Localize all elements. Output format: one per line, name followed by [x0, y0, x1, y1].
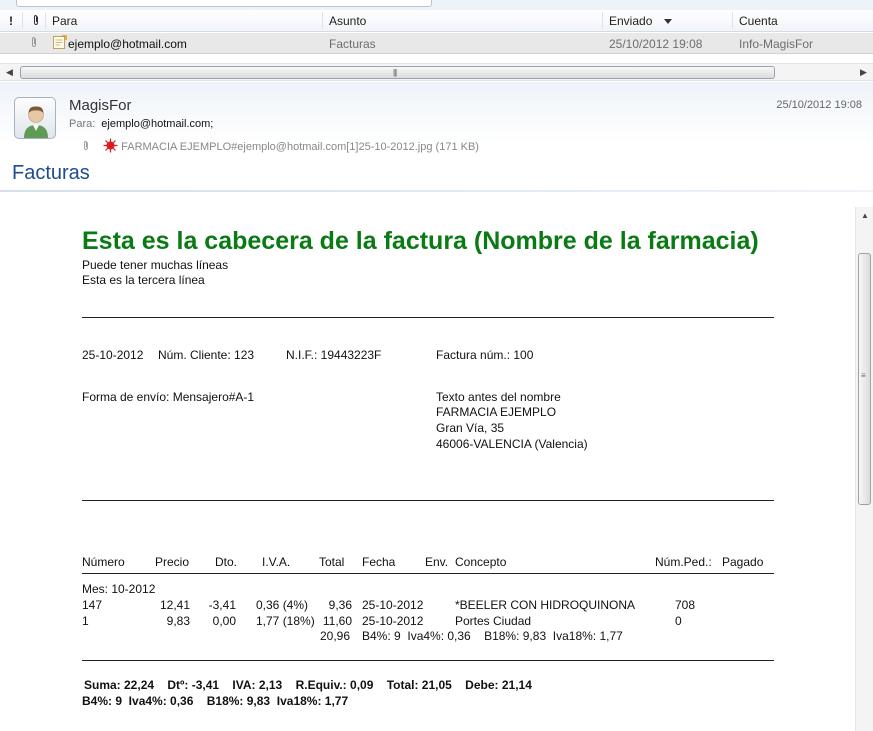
header-pagado: Pagado	[722, 555, 764, 569]
paperclip-icon	[30, 36, 38, 51]
header-total: Total	[319, 555, 345, 569]
paperclip-icon	[82, 140, 93, 154]
row-numped: 708	[675, 598, 696, 612]
row-precio: 9,83	[166, 614, 190, 628]
invoice-subtitle-line: Puede tener muchas líneas	[82, 258, 229, 272]
vertical-scrollbar[interactable]: ▲ ≡	[855, 207, 873, 731]
subtotal-total: 20,96	[319, 629, 350, 643]
address-line: Texto antes del nombre	[436, 390, 561, 404]
column-separator	[45, 12, 46, 29]
scroll-left-arrow-icon[interactable]: ◀	[6, 67, 13, 78]
grip-icon: |||	[393, 68, 397, 77]
row-account: Info-MagisFor	[739, 37, 814, 51]
sent-column-header[interactable]: Enviado	[609, 14, 673, 28]
sort-descending-icon	[664, 19, 673, 25]
row-sent-date: 25/10/2012 19:08	[609, 37, 703, 51]
row-concepto: *BEELER CON HIDROQUINONA	[455, 598, 636, 612]
reading-pane-header: MagisFor 25/10/2012 19:08 Para: ejemplo@h…	[0, 82, 873, 192]
row-dto: 0,00	[212, 614, 236, 628]
column-separator	[732, 12, 733, 29]
search-box[interactable]	[16, 0, 432, 7]
invoice-subtitle-line: Esta es la tercera línea	[82, 273, 205, 287]
column-separator	[602, 12, 603, 29]
divider-line	[82, 317, 774, 318]
address-line: FARMACIA EJEMPLO	[436, 405, 557, 419]
invoice-title: Esta es la cabecera de la factura (Nombr…	[82, 227, 759, 255]
row-total: 9,36	[328, 598, 352, 612]
sender-name[interactable]: MagisFor	[69, 97, 132, 114]
header-fecha: Fecha	[362, 555, 396, 569]
to-label: Para:	[69, 118, 96, 130]
header-env: Env.	[425, 555, 449, 569]
account-column-header[interactable]: Cuenta	[739, 14, 778, 28]
row-numero: 1	[82, 614, 89, 628]
subject-column-header[interactable]: Asunto	[329, 14, 366, 28]
divider-line	[82, 573, 774, 574]
header-numero: Número	[82, 555, 125, 569]
message-list-row[interactable]: ejemplo@hotmail.com Facturas 25/10/2012 …	[0, 33, 873, 54]
header-numped: Núm.Ped.:	[655, 555, 712, 569]
row-numero: 147	[82, 598, 103, 612]
message-list-header: ! Para Asunto Enviado Cuenta	[0, 10, 873, 32]
top-toolbar-strip	[0, 0, 873, 10]
attachment-file[interactable]: FARMACIA EJEMPLO#ejemplo@hotmail.com[1]2…	[121, 141, 479, 153]
row-from: ejemplo@hotmail.com	[68, 37, 187, 51]
row-fecha: 25-10-2012	[362, 598, 424, 612]
column-separator	[22, 12, 23, 29]
sent-message-icon	[52, 35, 67, 53]
client-number: Núm. Cliente: 123	[158, 348, 255, 362]
header-dto: Dto.	[215, 555, 238, 569]
horizontal-scrollbar[interactable]: ◀ ||| ▶	[0, 63, 873, 81]
header-concepto: Concepto	[455, 555, 507, 569]
recipients-row: Para: ejemplo@hotmail.com;	[69, 118, 213, 130]
invoice-number: Factura núm.: 100	[436, 348, 534, 362]
from-column-header[interactable]: Para	[52, 14, 77, 28]
attachment-row: FARMACIA EJEMPLO#ejemplo@hotmail.com[1]2…	[82, 138, 479, 156]
header-iva: I.V.A.	[262, 555, 291, 569]
grip-icon: ≡	[861, 371, 866, 380]
divider-line	[82, 660, 774, 661]
importance-column-header[interactable]: !	[9, 14, 13, 28]
nif: N.I.F.: 19443223F	[286, 348, 382, 362]
summary-tax-breakdown: B4%: 9 Iva4%: 0,36 B18%: 9,83 Iva18%: 1,…	[82, 694, 349, 708]
contact-avatar[interactable]	[14, 97, 56, 139]
divider-line	[82, 500, 774, 501]
column-separator	[322, 12, 323, 29]
message-subject: Facturas	[12, 162, 90, 184]
row-fecha: 25-10-2012	[362, 614, 424, 628]
shipping-method: Forma de envío: Mensajero#A-1	[82, 390, 255, 404]
row-numped: 0	[675, 614, 682, 628]
vertical-scroll-thumb[interactable]: ≡	[858, 253, 871, 505]
row-dto: -3,41	[208, 598, 236, 612]
attachment-column-icon[interactable]	[32, 14, 40, 29]
header-precio: Precio	[155, 555, 190, 569]
to-recipient[interactable]: ejemplo@hotmail.com;	[101, 118, 213, 130]
month-label: Mes: 10-2012	[82, 582, 156, 596]
row-iva: 1,77 (18%)	[256, 614, 315, 628]
scroll-up-arrow-icon[interactable]: ▲	[861, 211, 869, 220]
invoice-body: Esta es la cabecera de la factura (Nombr…	[0, 192, 855, 731]
row-iva: 0,36 (4%)	[256, 598, 309, 612]
sent-column-label: Enviado	[609, 14, 653, 28]
message-date: 25/10/2012 19:08	[776, 99, 862, 111]
subtotal-breakdown: B4%: 9 Iva4%: 0,36 B18%: 9,83 Iva18%: 1,…	[362, 629, 623, 643]
address-line: 46006-VALENCIA (Valencia)	[436, 437, 588, 451]
row-precio: 12,41	[159, 598, 190, 612]
invoice-date: 25-10-2012	[82, 348, 144, 362]
row-concepto: Portes Ciudad	[455, 614, 532, 628]
horizontal-scroll-thumb[interactable]: |||	[20, 66, 775, 79]
image-file-icon	[103, 138, 121, 156]
scroll-right-arrow-icon[interactable]: ▶	[860, 67, 867, 78]
address-line: Gran Vía, 35	[436, 421, 505, 435]
summary-totals: Suma: 22,24 Dtº: -3,41 IVA: 2,13 R.Equiv…	[84, 678, 532, 692]
row-total: 11,60	[322, 614, 352, 628]
row-subject: Facturas	[329, 37, 376, 51]
